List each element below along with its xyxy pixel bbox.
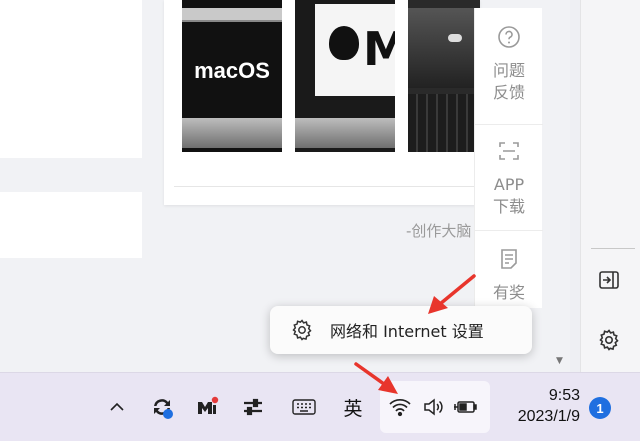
annotation-arrow: [428, 274, 476, 314]
annotation-arrow: [354, 362, 398, 394]
annotation-arrows: [354, 274, 476, 394]
